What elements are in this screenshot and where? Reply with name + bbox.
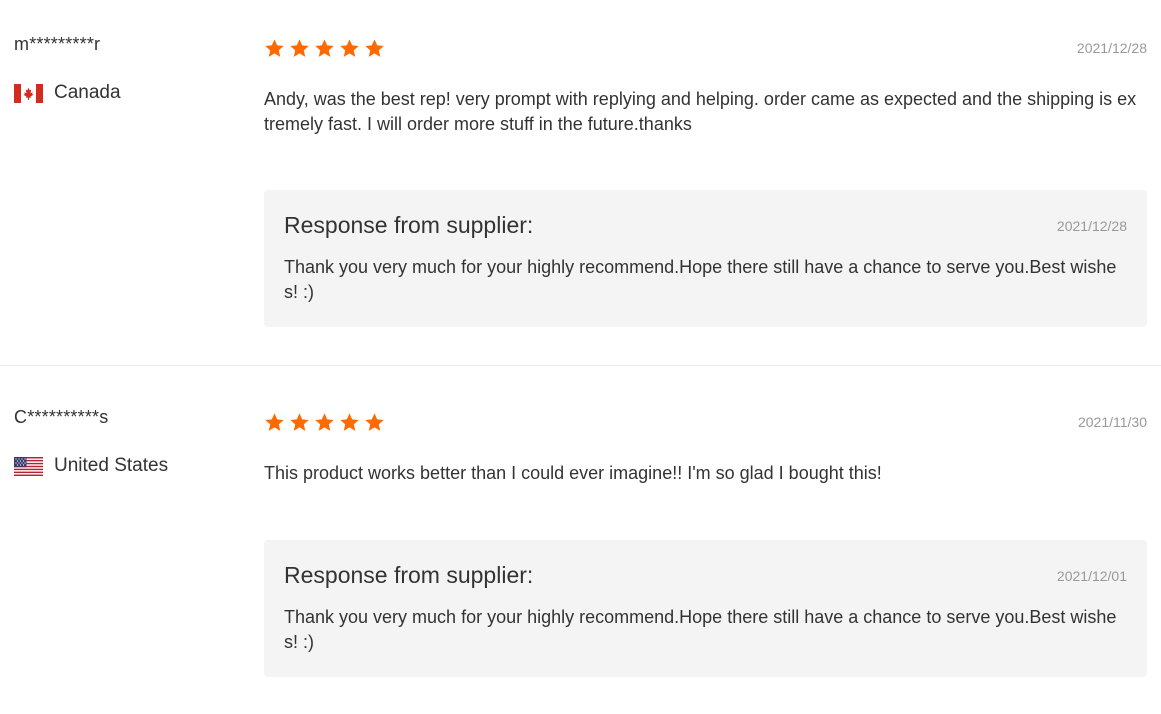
reviewer-name: C**********s: [14, 407, 109, 427]
response-title: Response from supplier:: [284, 212, 534, 238]
star-icon: [340, 38, 359, 57]
reviewer-info: C**********s United States: [14, 406, 244, 477]
star-icon: [365, 38, 384, 57]
country-name: Canada: [54, 82, 121, 103]
star-icon: [290, 412, 309, 431]
star-rating: [264, 38, 389, 59]
usa-flag-icon: [14, 456, 43, 476]
review-text: This product works better than I could e…: [264, 463, 882, 483]
star-icon: [315, 38, 334, 57]
response-text: Thank you very much for your highly reco…: [284, 257, 1117, 302]
reviewer-name: m*********r: [14, 34, 101, 54]
star-icon: [315, 412, 334, 431]
review-content: 2021/11/30 This product works better tha…: [264, 410, 1147, 486]
star-icon: [265, 412, 284, 431]
star-icon: [265, 38, 284, 57]
response-date: 2021/12/01: [1056, 567, 1127, 584]
review-item: m*********r Canada 2021/12/28 Andy, was …: [0, 0, 1161, 365]
star-icon: [290, 38, 309, 57]
response-text: Thank you very much for your highly reco…: [284, 607, 1117, 652]
reviewer-info: m*********r Canada: [14, 33, 244, 104]
reviewer-country: Canada: [14, 82, 244, 104]
star-icon: [365, 412, 384, 431]
supplier-response: Response from supplier: 2021/12/28 Thank…: [264, 190, 1147, 327]
response-title: Response from supplier:: [284, 562, 534, 588]
star-rating: [264, 412, 389, 433]
review-date: 2021/11/30: [1077, 414, 1147, 430]
review-item: C**********s United States 2021/11/30 Th…: [0, 365, 1161, 714]
star-icon: [340, 412, 359, 431]
review-text: Andy, was the best rep! very prompt with…: [264, 89, 1137, 134]
reviewer-country: United States: [14, 455, 244, 477]
canada-flag-icon: [14, 83, 43, 103]
supplier-response: Response from supplier: 2021/12/01 Thank…: [264, 540, 1147, 677]
review-content: 2021/12/28 Andy, was the best rep! very …: [264, 36, 1147, 137]
review-date: 2021/12/28: [1076, 40, 1147, 56]
response-date: 2021/12/28: [1056, 217, 1127, 234]
country-name: United States: [54, 455, 169, 476]
